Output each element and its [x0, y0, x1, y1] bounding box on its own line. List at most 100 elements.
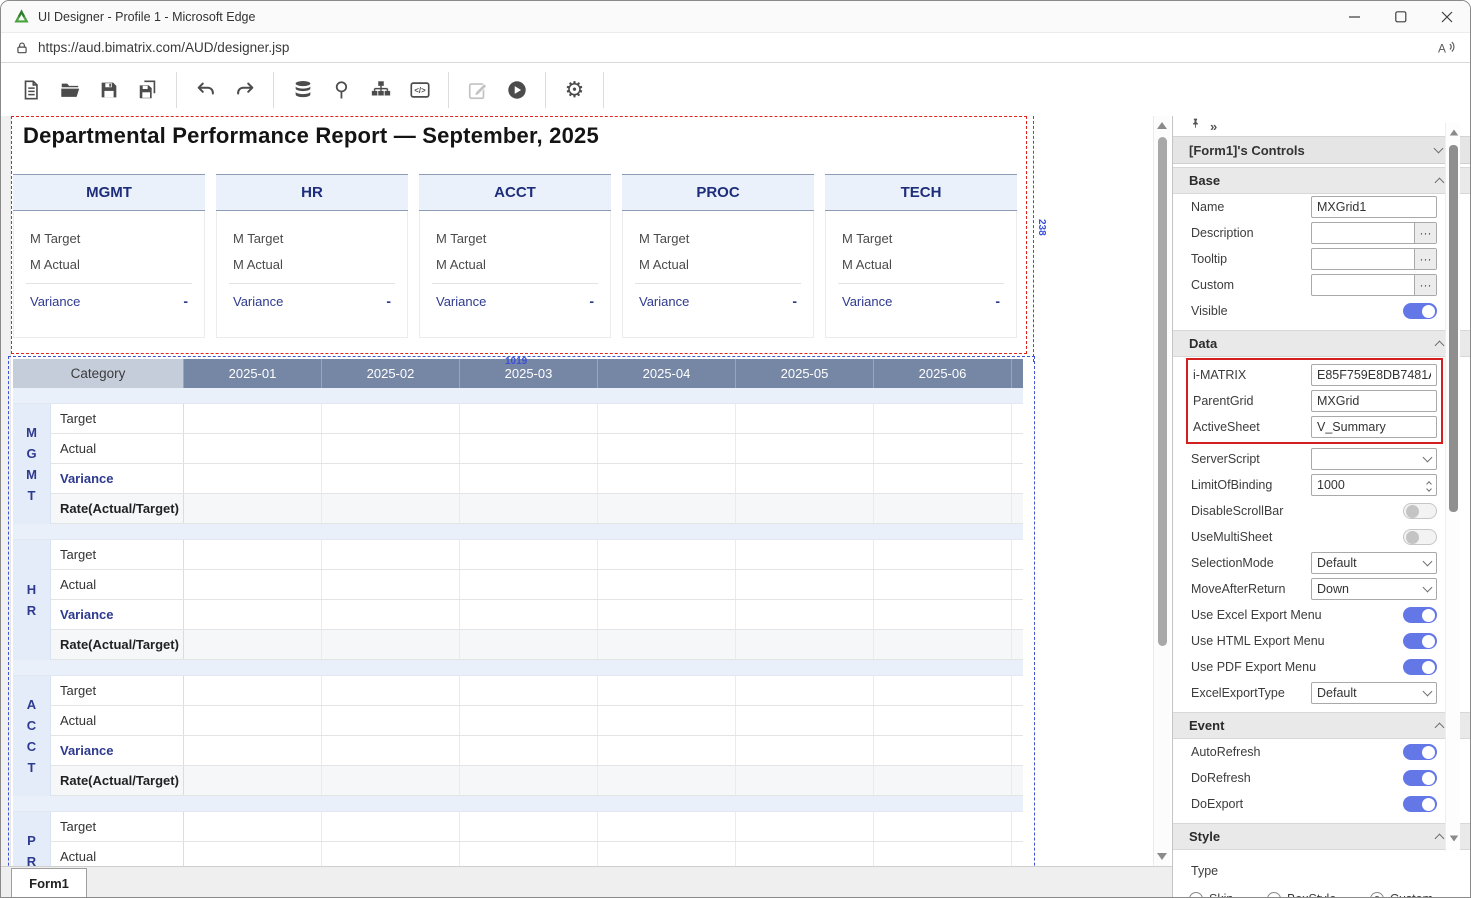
radio-option-skin[interactable]: Skin	[1189, 892, 1233, 898]
grid-cell[interactable]	[598, 842, 736, 866]
scroll-down-arrow-icon[interactable]	[1449, 836, 1458, 842]
grid-cell[interactable]	[322, 630, 460, 659]
grid-cell[interactable]	[184, 676, 322, 705]
grid-cell[interactable]	[460, 570, 598, 599]
grid-cell[interactable]	[598, 464, 736, 493]
grid-cell[interactable]	[736, 842, 874, 866]
prop-description-input[interactable]: ···	[1311, 222, 1437, 244]
grid-cell[interactable]	[598, 630, 736, 659]
prop-name-input[interactable]: MXGrid1	[1311, 196, 1437, 218]
grid-col-2025-02[interactable]: 2025-02	[322, 359, 460, 388]
prop-use-pdf-export-menu-toggle[interactable]	[1403, 659, 1437, 675]
grid-cell[interactable]	[184, 842, 322, 866]
grid-cell[interactable]	[460, 600, 598, 629]
grid-cell[interactable]	[598, 570, 736, 599]
grid-cell[interactable]	[184, 494, 322, 523]
grid-cell[interactable]	[460, 676, 598, 705]
card-mgmt[interactable]: MGMTM TargetM ActualVariance-	[13, 174, 205, 339]
tools-icon[interactable]: ⚲	[328, 76, 355, 103]
grid-cell[interactable]	[322, 766, 460, 795]
grid-cell[interactable]	[184, 434, 322, 463]
prop-autorefresh-toggle[interactable]	[1403, 744, 1437, 760]
grid-cell[interactable]	[460, 706, 598, 735]
grid-cell[interactable]	[184, 706, 322, 735]
grid-cell[interactable]	[736, 540, 874, 569]
grid-cell[interactable]	[598, 404, 736, 433]
grid-dept-cell-acct[interactable]: ACCT	[13, 676, 51, 796]
grid-cell[interactable]	[322, 676, 460, 705]
minimize-button[interactable]	[1332, 1, 1378, 33]
collapse-panel-icon[interactable]: »	[1210, 120, 1217, 133]
prop-disablescrollbar-toggle[interactable]	[1403, 503, 1437, 519]
new-file-icon[interactable]	[17, 76, 44, 103]
grid-cell[interactable]	[184, 812, 322, 841]
card-hr[interactable]: HRM TargetM ActualVariance-	[216, 174, 408, 339]
grid-cell[interactable]	[322, 812, 460, 841]
grid-cell[interactable]	[736, 676, 874, 705]
grid-cell[interactable]	[322, 404, 460, 433]
radio-option-boxstyle[interactable]: BoxStyle	[1267, 892, 1336, 898]
grid-cell[interactable]	[460, 812, 598, 841]
prop-doexport-toggle[interactable]	[1403, 796, 1437, 812]
ellipsis-button[interactable]: ···	[1414, 275, 1436, 295]
prop-usemultisheet-toggle[interactable]	[1403, 529, 1437, 545]
section-header-base[interactable]: Base	[1173, 167, 1471, 194]
section-header-event[interactable]: Event	[1173, 712, 1471, 739]
prop-moveafterreturn-select[interactable]: Down	[1311, 578, 1437, 600]
grid-cell[interactable]	[874, 766, 1012, 795]
grid-cell[interactable]	[736, 630, 874, 659]
grid-cell[interactable]	[598, 494, 736, 523]
prop-excelexporttype-select[interactable]: Default	[1311, 682, 1437, 704]
grid-cell[interactable]	[874, 736, 1012, 765]
tab-form1[interactable]: Form1	[11, 868, 87, 898]
open-file-icon[interactable]	[56, 76, 83, 103]
scroll-up-arrow-icon[interactable]	[1157, 122, 1167, 129]
grid-dept-cell-proc[interactable]: PROC	[13, 812, 51, 866]
scrollbar-thumb[interactable]	[1158, 137, 1167, 646]
grid-col-2025-05[interactable]: 2025-05	[736, 359, 874, 388]
grid-cell[interactable]	[874, 540, 1012, 569]
settings-icon[interactable]: ⚙	[561, 76, 588, 103]
grid-cell[interactable]	[598, 736, 736, 765]
grid-cell[interactable]	[874, 676, 1012, 705]
grid-cell[interactable]	[322, 706, 460, 735]
radio-unselected-icon[interactable]	[1189, 892, 1203, 898]
stepper-arrows[interactable]	[1427, 480, 1431, 491]
run-icon[interactable]	[503, 76, 530, 103]
grid-cell[interactable]	[460, 464, 598, 493]
grid-cell[interactable]	[736, 766, 874, 795]
grid-col-2025-01[interactable]: 2025-01	[184, 359, 322, 388]
prop-activesheet-input[interactable]: V_Summary	[1311, 416, 1437, 438]
report-title[interactable]: Departmental Performance Report — Septem…	[23, 123, 599, 149]
grid-cell[interactable]	[736, 736, 874, 765]
grid-cell[interactable]	[736, 464, 874, 493]
grid-col-category[interactable]: Category	[13, 359, 184, 388]
prop-i-matrix-input[interactable]: E85F759E8DB7481AB	[1311, 364, 1437, 386]
data-source-icon[interactable]	[289, 76, 316, 103]
grid-cell[interactable]	[874, 434, 1012, 463]
grid-cell[interactable]	[184, 766, 322, 795]
grid-cell[interactable]	[460, 434, 598, 463]
grid-cell[interactable]	[322, 464, 460, 493]
grid-cell[interactable]	[184, 464, 322, 493]
address-bar[interactable]: https://aud.bimatrix.com/AUD/designer.js…	[1, 33, 1470, 63]
prop-serverscript-select[interactable]	[1311, 448, 1437, 470]
grid-col-2025-04[interactable]: 2025-04	[598, 359, 736, 388]
scroll-down-arrow-icon[interactable]	[1157, 853, 1167, 860]
design-canvas[interactable]: Departmental Performance Report — Septem…	[1, 116, 1172, 866]
card-acct[interactable]: ACCTM TargetM ActualVariance-	[419, 174, 611, 339]
prop-tooltip-input[interactable]: ···	[1311, 248, 1437, 270]
grid-cell[interactable]	[598, 434, 736, 463]
grid-cell[interactable]	[874, 570, 1012, 599]
grid-cell[interactable]	[460, 766, 598, 795]
grid-col-2025-06[interactable]: 2025-06	[874, 359, 1012, 388]
panel-header[interactable]: [Form1]'s Controls	[1173, 137, 1471, 164]
grid-cell[interactable]	[322, 494, 460, 523]
grid-cell[interactable]	[598, 676, 736, 705]
grid-cell[interactable]	[598, 766, 736, 795]
grid-cell[interactable]	[874, 600, 1012, 629]
card-proc[interactable]: PROCM TargetM ActualVariance-	[622, 174, 814, 339]
grid-dept-cell-hr[interactable]: HR	[13, 540, 51, 660]
grid-cell[interactable]	[874, 494, 1012, 523]
prop-custom-input[interactable]: ···	[1311, 274, 1437, 296]
